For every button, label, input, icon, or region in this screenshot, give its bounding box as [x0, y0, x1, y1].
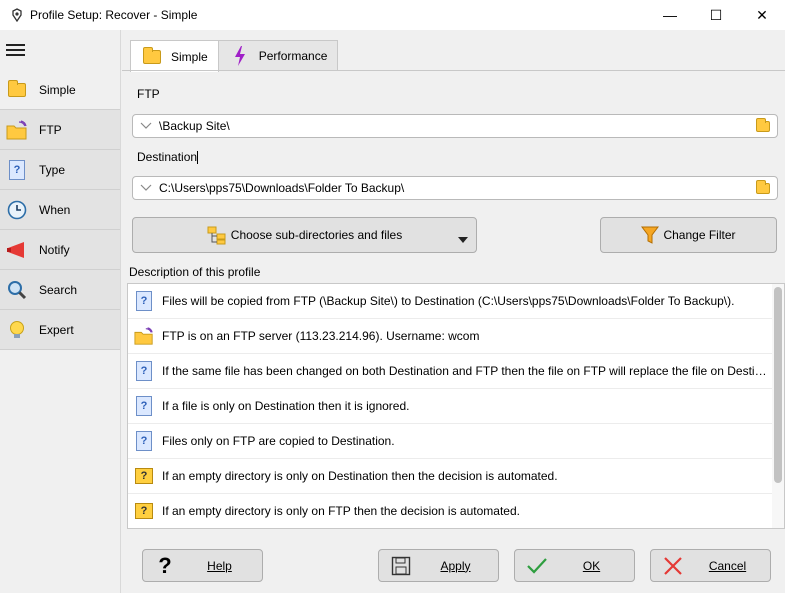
destination-path-value[interactable]: C:\Users\pps75\Downloads\Folder To Backu…: [159, 181, 749, 195]
ok-button[interactable]: OK: [514, 549, 635, 582]
tab-performance[interactable]: Performance: [217, 40, 339, 71]
folder-tree-icon: [207, 225, 227, 245]
question-doc-icon: ?: [134, 431, 154, 451]
list-item: ? If an empty directory is only on FTP t…: [128, 494, 784, 528]
ok-label: OK: [582, 558, 601, 573]
sidebar-item-ftp[interactable]: FTP: [0, 110, 120, 150]
lightbulb-icon: [6, 320, 28, 340]
sidebar-item-label: Search: [39, 282, 78, 297]
ftp-folder-icon: [6, 119, 28, 140]
chevron-down-icon[interactable]: [133, 122, 159, 130]
dropdown-arrow-icon[interactable]: [458, 232, 468, 246]
question-doc-icon: ?: [134, 291, 154, 311]
ftp-path-value[interactable]: \Backup Site\: [159, 119, 749, 133]
close-x-icon: [661, 554, 685, 578]
change-filter-label: Change Filter: [663, 228, 736, 242]
browse-folder-icon[interactable]: [749, 179, 777, 194]
tab-bar: Simple Performance: [130, 40, 339, 72]
question-folder-icon: ?: [134, 501, 154, 521]
choose-subdirectories-button[interactable]: Choose sub-directories and files: [132, 217, 477, 253]
sidebar-item-simple[interactable]: Simple: [0, 70, 120, 110]
title-bar: Profile Setup: Recover - Simple — ☐ ✕: [0, 0, 785, 30]
chevron-down-icon[interactable]: [133, 184, 159, 192]
sidebar-item-when[interactable]: When: [0, 190, 120, 230]
app-icon: [10, 8, 24, 22]
save-disk-icon: [389, 554, 413, 578]
sidebar-item-label: Expert: [39, 322, 74, 337]
scrollbar[interactable]: [772, 284, 784, 528]
apply-label: Apply: [440, 558, 471, 573]
description-list[interactable]: ? Files will be copied from FTP (\Backup…: [127, 283, 785, 529]
browse-folder-icon[interactable]: [749, 117, 777, 132]
sidebar-item-expert[interactable]: Expert: [0, 310, 120, 350]
ftp-label: FTP: [137, 87, 160, 101]
sidebar-item-label: Simple: [39, 82, 76, 97]
question-doc-icon: ?: [134, 396, 154, 416]
filter-icon: [641, 226, 660, 244]
sidebar-item-notify[interactable]: Notify: [0, 230, 120, 270]
change-filter-button[interactable]: Change Filter: [600, 217, 777, 253]
magnifier-icon: [6, 280, 28, 300]
destination-label: Destination: [137, 150, 199, 165]
list-item: ? Files will be copied from FTP (\Backup…: [128, 284, 784, 319]
help-label: Help: [207, 558, 232, 573]
list-item: ? If a file is only on Destination then …: [128, 389, 784, 424]
minimize-button[interactable]: —: [647, 0, 693, 30]
sidebar-item-label: FTP: [39, 122, 62, 137]
sidebar-item-type[interactable]: ? Type: [0, 150, 120, 190]
list-item: ? If an empty directory is only on Desti…: [128, 459, 784, 494]
list-item: FTP is on an FTP server (113.23.214.96).…: [128, 319, 784, 354]
maximize-button[interactable]: ☐: [693, 0, 739, 30]
tab-simple[interactable]: Simple: [130, 40, 219, 72]
sidebar: Simple FTP ? Type When Notify Search Exp…: [0, 30, 121, 593]
tab-label: Simple: [171, 49, 208, 64]
tab-label: Performance: [258, 49, 328, 63]
sidebar-item-label: When: [39, 202, 71, 217]
help-question-icon: ?: [158, 552, 172, 578]
apply-button[interactable]: Apply: [378, 549, 499, 582]
sidebar-item-search[interactable]: Search: [0, 270, 120, 310]
folder-icon: [141, 46, 163, 67]
question-doc-icon: ?: [134, 361, 154, 381]
description-label: Description of this profile: [129, 265, 261, 279]
choose-subdirectories-label: Choose sub-directories and files: [230, 228, 403, 242]
cancel-label: Cancel: [708, 558, 747, 573]
clock-icon: [6, 200, 28, 220]
hamburger-menu-button[interactable]: [0, 30, 120, 70]
help-button[interactable]: ? Help: [142, 549, 263, 582]
ftp-folder-icon: [134, 326, 154, 346]
list-item: ? If the same file has been changed on b…: [128, 354, 784, 389]
question-doc-icon: ?: [6, 159, 28, 180]
list-item: ? Files only on FTP are copied to Destin…: [128, 424, 784, 459]
cancel-button[interactable]: Cancel: [650, 549, 771, 582]
hamburger-icon: [6, 44, 25, 56]
lightning-icon: [229, 46, 251, 66]
megaphone-icon: [6, 240, 28, 260]
question-folder-icon: ?: [134, 466, 154, 486]
window-title: Profile Setup: Recover - Simple: [30, 8, 198, 22]
checkmark-icon: [525, 554, 549, 578]
folder-icon: [6, 79, 28, 100]
sidebar-item-label: Type: [39, 162, 66, 177]
scrollbar-thumb[interactable]: [774, 287, 782, 483]
close-button[interactable]: ✕: [739, 0, 785, 30]
sidebar-item-label: Notify: [39, 242, 70, 257]
ftp-path-combo[interactable]: \Backup Site\: [132, 114, 778, 138]
destination-path-combo[interactable]: C:\Users\pps75\Downloads\Folder To Backu…: [132, 176, 778, 200]
